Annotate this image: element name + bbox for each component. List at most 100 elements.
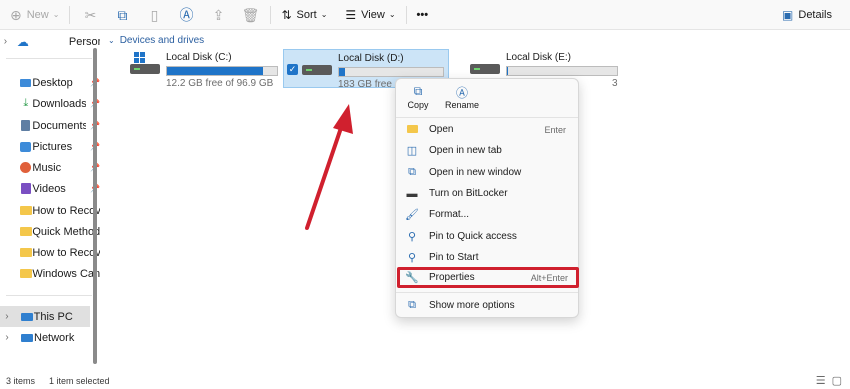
menu-divider [396,117,578,118]
usage-bar [166,66,278,76]
sidebar-item-desktop[interactable]: Desktop 📌 [0,72,100,93]
sidebar-item-documents[interactable]: Documents 📌 [0,115,100,136]
sort-button[interactable]: ⇅ Sort ⌄ [275,3,333,27]
documents-icon [19,119,32,133]
usage-bar-fill [507,67,509,75]
menu-item-show-more-options[interactable]: ⧉ Show more options [400,295,574,316]
wrench-icon: 🔧 [405,272,419,284]
menu-item-pin-quick-access[interactable]: ⚲ Pin to Quick access [400,226,574,247]
sort-icon: ⇅ [281,7,292,22]
toolbar-divider [69,5,71,24]
view-toggle: ☰ ▢ [816,374,842,387]
details-pane-icon: ▣ [782,8,794,22]
sidebar-item-label: This PC [33,310,73,323]
paste-button[interactable]: ▯ [138,3,170,27]
chevron-right-icon[interactable]: › [0,36,11,47]
sidebar-item-onedrive[interactable]: › ☁ Person [0,31,100,52]
items-count: 3 items [6,376,36,386]
menu-item-open[interactable]: Open Enter [400,119,574,140]
scissors-icon: ✂ [84,6,97,23]
menu-divider [396,292,578,293]
usage-bar-fill [167,67,263,75]
sidebar-item-label: How to Recover [32,246,100,259]
music-icon [19,161,32,175]
quick-action-label: Copy [407,100,429,110]
sidebar-item-folder[interactable]: Windows Canno [0,263,100,284]
navigation-pane: › ☁ Person Desktop 📌 ⤓ Downloads 📌 Docum… [0,31,104,371]
sidebar-item-this-pc[interactable]: › This PC [0,306,90,327]
sidebar-item-label: How to Recover [32,204,100,217]
menu-item-label: Turn on BitLocker [429,188,508,199]
sidebar-item-network[interactable]: › Network [0,327,100,348]
chevron-right-icon[interactable]: › [0,332,14,343]
sidebar-item-videos[interactable]: Videos 📌 [0,178,100,199]
usage-bar [506,66,618,76]
sidebar-item-label: Documents [32,119,87,132]
menu-item-open-new-tab[interactable]: ◫ Open in new tab [400,140,574,161]
drive-icon [470,52,500,74]
chevron-right-icon[interactable]: › [0,311,14,322]
sidebar-scrollbar[interactable] [93,48,97,364]
tiles-view-icon[interactable]: ▢ [832,374,842,387]
menu-item-pin-start[interactable]: ⚲ Pin to Start [400,247,574,268]
checkbox[interactable]: ✓ [287,64,298,75]
menu-item-label: Pin to Quick access [429,231,517,242]
sidebar-item-music[interactable]: Music 📌 [0,157,100,178]
rename-button[interactable]: Ⓐ [170,3,202,27]
copy-quick-action[interactable]: ⧉ Copy [397,79,439,115]
quick-action-label: Rename [444,100,480,110]
view-button[interactable]: ☰ View ⌄ [339,3,401,27]
sidebar-item-folder[interactable]: How to Recover [0,200,100,221]
details-view-icon[interactable]: ☰ [816,374,826,387]
drive-name: Local Disk (E:) [506,52,572,63]
view-icon: ☰ [345,7,357,22]
view-button-label: View [361,8,385,21]
usage-bar-fill [339,68,346,76]
free-space-text: 12.2 GB free of 96.9 GB [166,78,274,89]
details-button[interactable]: ▣ Details [776,3,838,27]
status-bar: 3 items 1 item selected ☰ ▢ [0,373,850,389]
cut-button[interactable]: ✂ [74,3,106,27]
selected-count: 1 item selected [49,376,110,386]
see-more-button[interactable]: ••• [411,3,435,27]
bitlocker-icon: ▬ [406,187,418,200]
arrow-shaft [305,120,345,230]
chevron-down-icon: ⌄ [320,10,328,19]
rename-quick-action[interactable]: Ⓐ Rename [441,79,483,115]
menu-item-shortcut: Alt+Enter [530,272,568,283]
sidebar-divider [6,295,92,296]
menu-item-format[interactable]: 🖌 Format... [400,204,574,225]
sidebar-item-label: Videos [32,182,66,195]
delete-button[interactable]: 🗑 [234,3,266,27]
sidebar-item-downloads[interactable]: ⤓ Downloads 📌 [0,93,100,114]
pictures-icon [19,140,32,154]
folder-icon [19,267,32,281]
folder-icon [19,204,32,218]
sidebar-item-pictures[interactable]: Pictures 📌 [0,136,100,157]
chevron-down-icon: ⌄ [108,36,115,45]
menu-item-properties[interactable]: 🔧 Properties Alt+Enter [397,267,579,288]
arrow-head [333,104,353,134]
menu-item-open-new-window[interactable]: ⧉ Open in new window [400,162,574,183]
command-bar: ⊕ New ⌄ ✂ ⧉ ▯ Ⓐ ⇪ 🗑 ⇅ Sort ⌄ ☰ View ⌄ ••… [0,0,850,30]
sidebar-item-folder[interactable]: Quick Methods [0,221,100,242]
context-quick-actions: ⧉ Copy Ⓐ Rename [396,79,578,115]
desktop-icon [19,76,32,90]
new-button[interactable]: ⊕ New ⌄ [4,3,65,27]
chevron-down-icon: ⌄ [388,10,396,19]
pin-icon: ⚲ [407,231,417,243]
trash-icon: 🗑 [241,6,260,23]
rename-icon: Ⓐ [179,6,194,23]
pin-start-icon: ⚲ [407,252,417,264]
sidebar-item-folder[interactable]: How to Recover [0,242,100,263]
group-header[interactable]: ⌄ Devices and drives [108,35,204,46]
cloud-icon: ☁ [16,34,29,49]
sidebar-item-label: Music [32,161,62,174]
drive-c[interactable]: Local Disk (C:) 12.2 GB free of 96.9 GB [130,52,278,89]
sidebar-item-label: Quick Methods [32,225,100,238]
share-button[interactable]: ⇪ [202,3,234,27]
more-icon: ••• [416,8,429,21]
copy-button[interactable]: ⧉ [106,3,138,27]
menu-item-bitlocker[interactable]: ▬ Turn on BitLocker [400,183,574,204]
folder-icon [19,225,32,239]
